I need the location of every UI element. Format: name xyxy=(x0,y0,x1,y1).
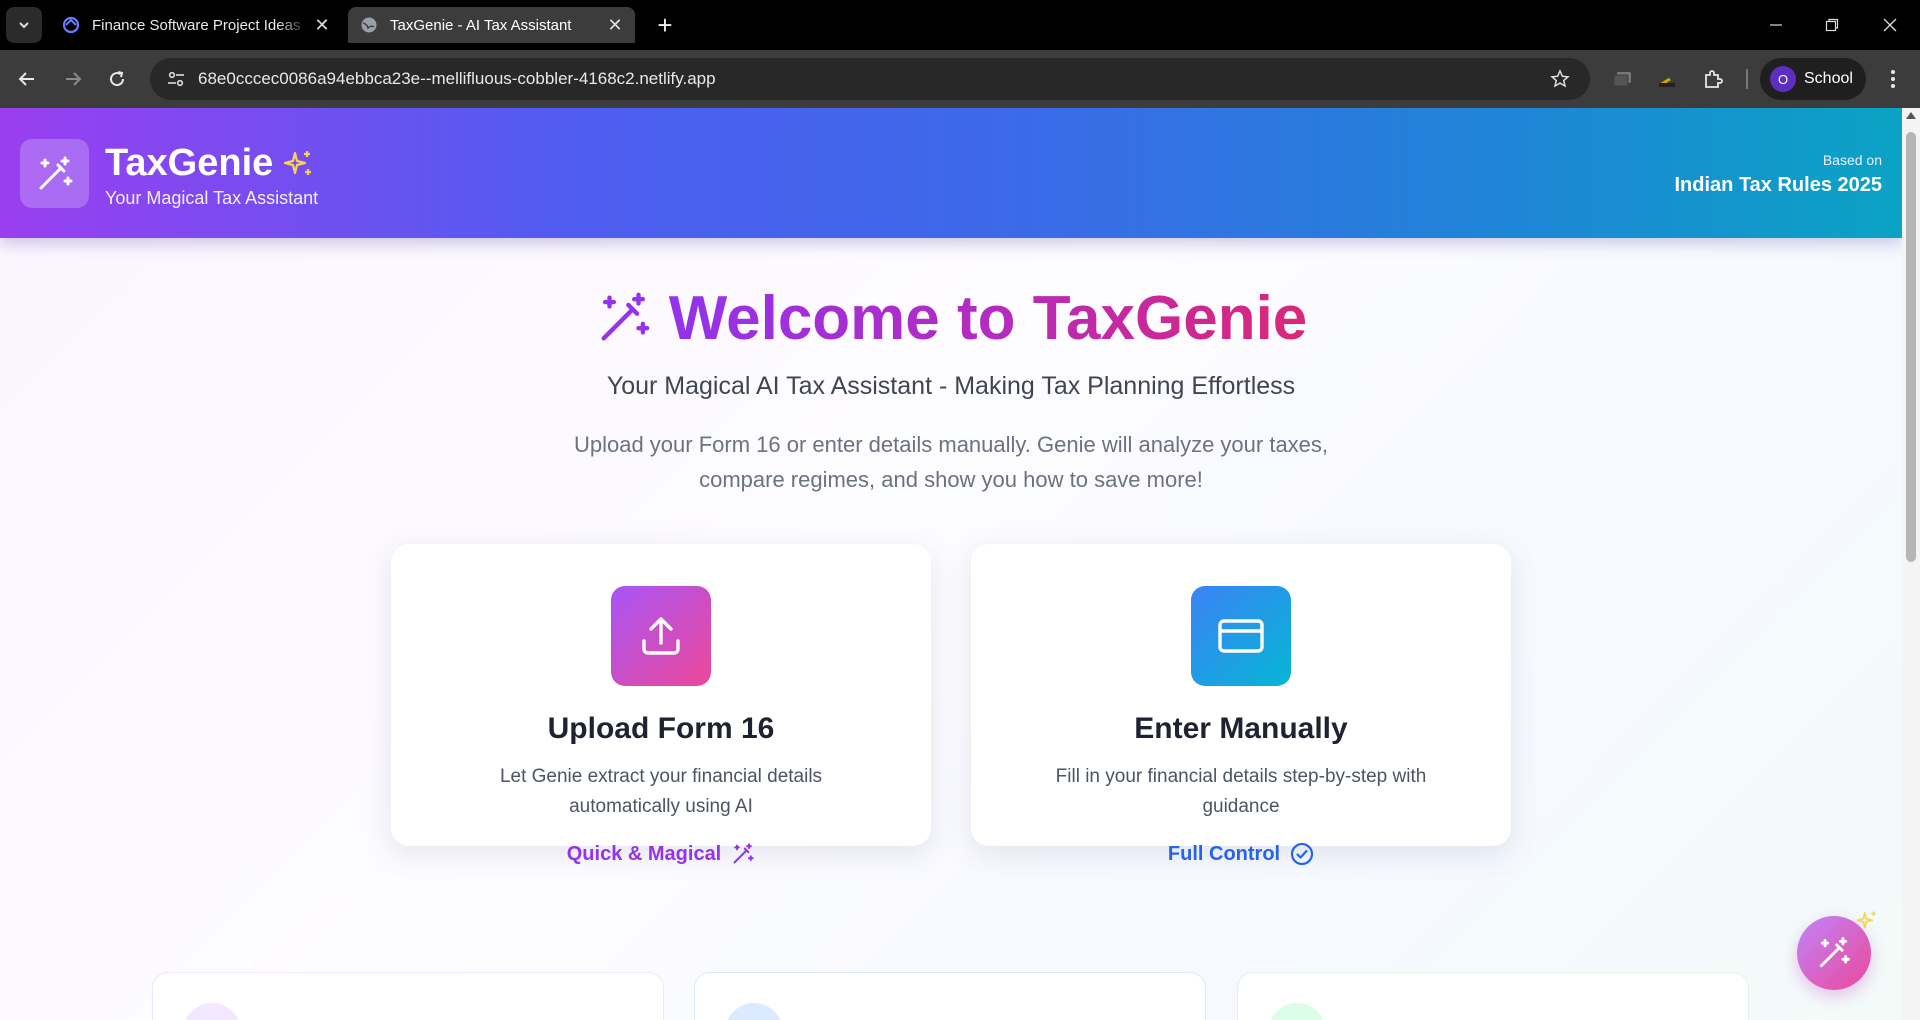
hero-subtitle: Your Magical AI Tax Assistant - Making T… xyxy=(606,372,1296,400)
site-info-icon[interactable] xyxy=(156,58,196,100)
feature-card xyxy=(1237,972,1749,1020)
magic-wand-icon xyxy=(39,156,72,189)
tab-title: TaxGenie - AI Tax Assistant xyxy=(390,16,572,34)
tax-rules-badge: Based on Indian Tax Rules 2025 xyxy=(1675,152,1883,197)
restore-button[interactable] xyxy=(1804,0,1860,50)
card-description: Fill in your financial details step-by-s… xyxy=(1055,766,1427,817)
magic-wand-icon xyxy=(601,292,650,341)
globe-icon xyxy=(361,17,377,33)
close-tab-icon[interactable]: ✕ xyxy=(310,13,334,37)
tab-title: Finance Software Project Ideas xyxy=(92,16,301,34)
arrow-right-icon xyxy=(66,72,82,86)
logo xyxy=(20,139,89,208)
page-viewport: TaxGenie Your Magical Tax Assistant Base… xyxy=(0,108,1920,1020)
reload-button[interactable] xyxy=(100,62,134,96)
profile-name: School xyxy=(1804,70,1853,87)
toolbar-divider xyxy=(1746,69,1748,89)
restore-icon xyxy=(1825,18,1839,32)
scrollbar-thumb[interactable] xyxy=(1906,132,1916,562)
brand-title: TaxGenie xyxy=(105,142,313,185)
browser-toolbar: 68e0cccec0086a94ebbca23e--mellifluous-co… xyxy=(0,50,1920,108)
chevron-down-icon xyxy=(19,22,29,29)
card-link-label: Full Control xyxy=(1167,842,1281,865)
tab-taxgenie[interactable]: TaxGenie - AI Tax Assistant ✕ xyxy=(348,7,635,43)
tab-finance-ideas[interactable]: Finance Software Project Ideas ✕ xyxy=(50,7,342,43)
hero-description: Upload your Form 16 or enter details man… xyxy=(573,432,1329,492)
full-control-link[interactable]: Full Control xyxy=(971,842,1511,866)
app-header: TaxGenie Your Magical Tax Assistant Base… xyxy=(0,108,1902,238)
minimize-icon xyxy=(1770,24,1782,26)
profile-button[interactable]: O School xyxy=(1760,58,1866,100)
hero-section: Welcome to TaxGenie Your Magical AI Tax … xyxy=(0,278,1902,497)
tab-search-button[interactable] xyxy=(6,7,42,43)
credit-card-icon xyxy=(1191,586,1291,686)
check-circle-icon xyxy=(1290,842,1314,866)
forward-button[interactable] xyxy=(56,62,90,96)
magic-wand-icon xyxy=(731,842,755,866)
enter-manually-card[interactable]: Enter Manually Fill in your financial de… xyxy=(971,544,1511,866)
card-description: Let Genie extract your financial details… xyxy=(499,766,823,817)
address-bar[interactable]: 68e0cccec0086a94ebbca23e--mellifluous-co… xyxy=(150,58,1590,100)
card-link-label: Quick & Magical xyxy=(566,842,722,865)
based-on-label: Based on xyxy=(1822,152,1882,168)
card-title: Enter Manually xyxy=(1134,712,1348,745)
close-icon xyxy=(1883,18,1897,32)
minimize-button[interactable] xyxy=(1748,0,1804,50)
feature-card xyxy=(152,972,664,1020)
page-scrollbar[interactable] xyxy=(1902,108,1920,1020)
avatar: O xyxy=(1770,66,1796,92)
quick-magical-link[interactable]: Quick & Magical xyxy=(391,842,931,866)
card-title: Upload Form 16 xyxy=(547,712,775,745)
sparkles-icon xyxy=(283,149,313,179)
extensions-puzzle-icon[interactable] xyxy=(1696,62,1730,96)
reload-icon xyxy=(110,71,125,87)
upload-form16-card[interactable]: Upload Form 16 Let Genie extract your fi… xyxy=(391,544,931,865)
sparkles-icon xyxy=(1856,910,1878,937)
feature-icon xyxy=(725,1003,783,1020)
bookmark-star-icon[interactable] xyxy=(1540,69,1580,89)
close-window-button[interactable] xyxy=(1862,0,1918,50)
tab-group-icon[interactable] xyxy=(1606,62,1640,96)
brand-tagline: Your Magical Tax Assistant xyxy=(105,188,319,208)
magic-wand-icon xyxy=(1819,937,1850,968)
new-tab-button[interactable]: + xyxy=(650,10,680,40)
back-button[interactable] xyxy=(10,62,44,96)
claude-favicon-icon xyxy=(62,16,80,34)
extension-icon[interactable] xyxy=(1650,62,1684,96)
arrow-left-icon xyxy=(18,72,34,86)
feature-icon xyxy=(1268,1003,1326,1020)
more-menu-icon[interactable] xyxy=(1876,62,1910,96)
based-on-value: Indian Tax Rules 2025 xyxy=(1674,174,1883,196)
upload-icon xyxy=(611,586,711,686)
welcome-title: Welcome to TaxGenie xyxy=(668,283,1308,353)
scroll-up-arrow[interactable] xyxy=(1906,112,1916,119)
page-title: Welcome to TaxGenie xyxy=(0,278,1902,358)
feature-card xyxy=(694,972,1206,1020)
url-text[interactable]: 68e0cccec0086a94ebbca23e--mellifluous-co… xyxy=(198,69,1540,89)
feature-icon xyxy=(183,1003,241,1020)
brand-name: TaxGenie xyxy=(105,142,274,184)
browser-tab-bar: Finance Software Project Ideas ✕ TaxGeni… xyxy=(0,0,1920,50)
close-tab-icon[interactable]: ✕ xyxy=(603,13,627,37)
